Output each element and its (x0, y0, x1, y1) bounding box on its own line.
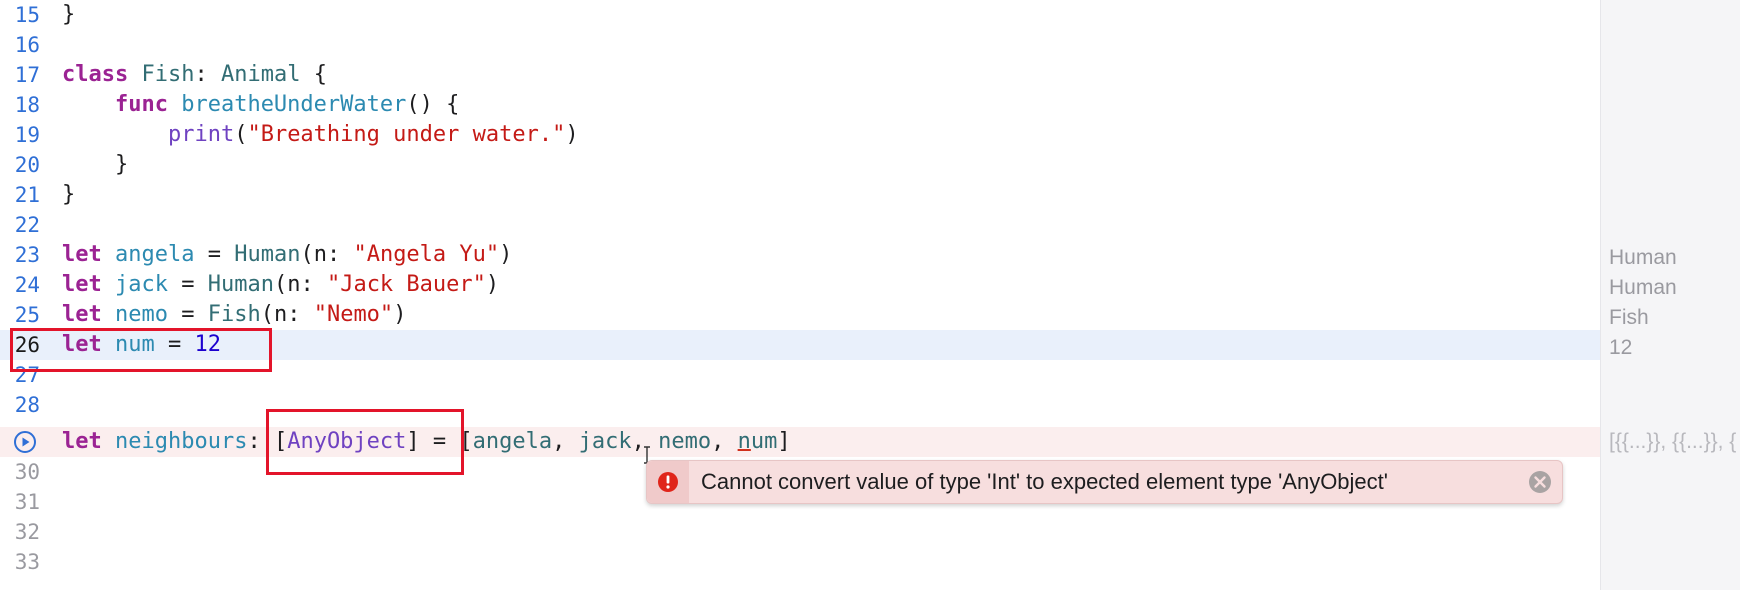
code-line[interactable]: 21 } (0, 180, 1600, 210)
code-text: func breatheUnderWater() { (114, 92, 460, 117)
line-number: 19 (14, 123, 40, 147)
line-number: 30 (14, 460, 40, 484)
line-number: 33 (14, 550, 40, 574)
code-text: } (62, 2, 76, 27)
code-line[interactable]: 19 print("Breathing under water.") (0, 120, 1600, 150)
line-number: 20 (14, 153, 40, 177)
line-number: 21 (14, 183, 40, 207)
line-number: 22 (14, 213, 40, 237)
result-value[interactable]: 12 (1609, 333, 1632, 363)
line-number: 26 (14, 333, 40, 357)
result-value[interactable]: [{{...}}, {{...}}, { (1609, 427, 1736, 457)
code-text: class Fish: Animal { (62, 62, 327, 87)
code-line[interactable]: 16 (0, 30, 1600, 60)
code-line[interactable]: 25 let nemo = Fish(n: "Nemo") (0, 300, 1600, 330)
result-value[interactable]: Human (1609, 273, 1677, 303)
error-icon (658, 472, 678, 492)
code-line[interactable]: 33 (0, 547, 1600, 577)
error-message: Cannot convert value of type 'Int' to ex… (701, 469, 1388, 494)
code-text: let jack = Human(n: "Jack Bauer") (62, 272, 500, 297)
line-number: 18 (14, 93, 40, 117)
result-value[interactable]: Fish (1609, 303, 1649, 333)
code-line[interactable]: 32 (0, 517, 1600, 547)
code-text: let neighbours: [AnyObject] = [angela, j… (62, 429, 791, 454)
line-number: 28 (14, 393, 40, 417)
code-editor[interactable]: 15 } 16 17 class Fish: Animal { 18 func … (0, 0, 1600, 590)
code-line[interactable]: 24 let jack = Human(n: "Jack Bauer") (0, 270, 1600, 300)
line-number: 31 (14, 490, 40, 514)
line-number: 27 (14, 363, 40, 387)
run-icon[interactable] (13, 430, 37, 454)
line-number: 24 (14, 273, 40, 297)
line-number: 15 (14, 3, 40, 27)
code-line[interactable]: 18 func breatheUnderWater() { (0, 90, 1600, 120)
code-text: } (62, 182, 76, 207)
line-number: 32 (14, 520, 40, 544)
code-text: print("Breathing under water.") (167, 122, 579, 147)
code-line-current[interactable]: 26 let num = 12 (0, 330, 1600, 360)
code-line[interactable]: 15 } (0, 0, 1600, 30)
line-number: 16 (14, 33, 40, 57)
close-icon[interactable] (1528, 470, 1552, 494)
code-line-error[interactable]: let neighbours: [AnyObject] = [angela, j… (0, 427, 1600, 457)
results-sidebar: Human Human Fish 12 [{{...}}, {{...}}, { (1600, 0, 1740, 590)
code-text: let nemo = Fish(n: "Nemo") (62, 302, 407, 327)
code-line[interactable]: 23 let angela = Human(n: "Angela Yu") (0, 240, 1600, 270)
code-text: let num = 12 (62, 332, 221, 357)
line-number: 17 (14, 63, 40, 87)
error-badge (647, 461, 689, 503)
code-line[interactable]: 20 } (0, 150, 1600, 180)
code-text: } (62, 152, 129, 177)
line-number: 25 (14, 303, 40, 327)
code-line[interactable]: 28 (0, 390, 1600, 420)
code-line[interactable]: 22 (0, 210, 1600, 240)
error-popup[interactable]: Cannot convert value of type 'Int' to ex… (646, 460, 1563, 504)
line-number: 23 (14, 243, 40, 267)
result-value[interactable]: Human (1609, 243, 1677, 273)
code-line[interactable]: 17 class Fish: Animal { (0, 60, 1600, 90)
code-line[interactable]: 27 (0, 360, 1600, 390)
code-text: let angela = Human(n: "Angela Yu") (62, 242, 513, 267)
